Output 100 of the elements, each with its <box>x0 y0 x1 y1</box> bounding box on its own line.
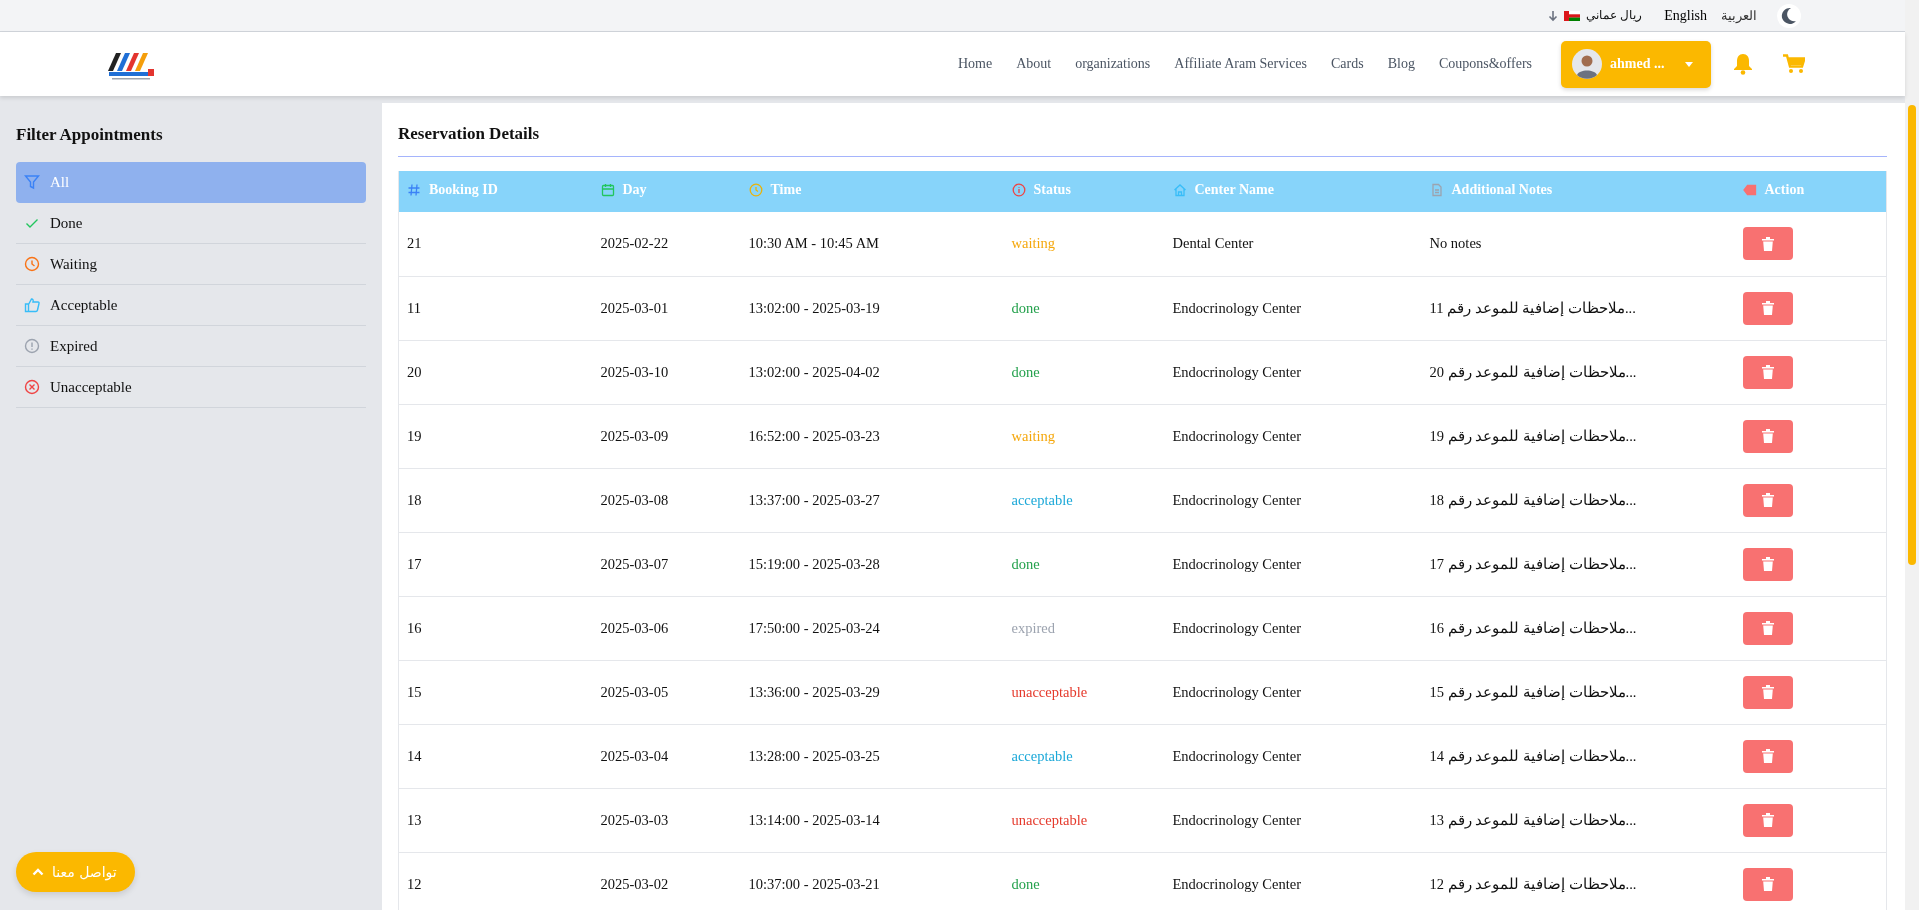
status-text: done <box>1011 555 1040 572</box>
table-cell: 11 <box>407 299 421 316</box>
trash-icon <box>1761 621 1774 635</box>
table-cell: 2025-03-09 <box>600 427 669 444</box>
column-header: Time <box>770 182 802 198</box>
table-cell: Dental Center <box>1172 235 1254 252</box>
filter-item[interactable]: Acceptable <box>16 285 366 326</box>
table-cell: 21 <box>407 235 422 252</box>
table-cell: No notes <box>1429 235 1482 252</box>
table-cell: ملاحظات إضافية للموعد رقم 11... <box>1429 299 1636 316</box>
nav-link[interactable]: Blog <box>1387 56 1415 72</box>
trash-icon <box>1761 429 1774 443</box>
scrollbar[interactable] <box>1905 0 1919 910</box>
status-text: unacceptable <box>1011 683 1088 700</box>
trash-icon <box>1761 557 1774 571</box>
column-header: Action <box>1764 182 1805 198</box>
table-cell: 2025-03-05 <box>600 683 669 700</box>
column-header: Center Name <box>1194 182 1274 198</box>
table-cell: 2025-03-10 <box>600 363 669 380</box>
calendar-icon <box>600 183 615 197</box>
table-cell: 10:30 AM - 10:45 AM <box>748 235 879 252</box>
table-cell: 13:02:00 - 2025-04-02 <box>748 363 880 380</box>
avatar <box>1572 49 1602 79</box>
trash-icon <box>1761 236 1774 251</box>
currency-selector[interactable]: ريال عماني <box>1548 8 1643 23</box>
delete-button[interactable] <box>1742 611 1793 645</box>
trash-icon <box>1761 877 1774 891</box>
nav-link[interactable]: About <box>1016 56 1052 72</box>
table-cell: Endocrinology Center <box>1172 555 1301 572</box>
nav-link[interactable]: Home <box>957 56 993 72</box>
table-cell: 10:37:00 - 2025-03-21 <box>748 875 880 892</box>
hash-icon <box>407 183 421 197</box>
table-cell: Endocrinology Center <box>1172 811 1301 828</box>
delete-button[interactable] <box>1742 739 1793 773</box>
table-cell: 15:19:00 - 2025-03-28 <box>748 555 880 572</box>
delete-button[interactable] <box>1742 547 1793 581</box>
table-cell: 2025-03-01 <box>600 299 669 316</box>
exclamation-circle-icon <box>24 338 40 354</box>
status-text: waiting <box>1011 427 1055 444</box>
delete-button[interactable] <box>1742 483 1793 517</box>
moon-icon[interactable] <box>1777 3 1801 28</box>
language-link[interactable]: English <box>1664 7 1707 24</box>
sidebar-title: Filter Appointments <box>16 125 164 145</box>
column-header: Day <box>622 182 647 198</box>
house-icon <box>1172 183 1187 197</box>
delete-button[interactable] <box>1742 803 1793 837</box>
table-cell: 2025-03-04 <box>600 747 669 764</box>
delete-button[interactable] <box>1742 419 1793 453</box>
table-cell: Endocrinology Center <box>1172 299 1301 316</box>
status-text: acceptable <box>1011 491 1073 508</box>
funnel-icon <box>24 174 40 190</box>
trash-icon <box>1761 301 1774 315</box>
table-cell: 13:02:00 - 2025-03-19 <box>748 299 880 316</box>
info-icon <box>1011 183 1026 197</box>
status-text: expired <box>1011 619 1055 636</box>
table-cell: ملاحظات إضافية للموعد رقم 14... <box>1429 747 1637 764</box>
table-cell: ملاحظات إضافية للموعد رقم 20... <box>1429 363 1637 380</box>
clock-icon <box>24 256 40 272</box>
nav-link[interactable]: Coupons&offers <box>1438 56 1532 72</box>
column-header: Booking ID <box>429 182 498 198</box>
delete-button[interactable] <box>1742 867 1793 901</box>
status-text: acceptable <box>1011 747 1073 764</box>
delete-button[interactable] <box>1742 355 1793 389</box>
table-cell: ملاحظات إضافية للموعد رقم 18... <box>1429 491 1637 508</box>
trash-icon <box>1761 813 1774 827</box>
caret-icon <box>1685 61 1693 67</box>
filter-item[interactable]: Done <box>16 203 366 244</box>
delete-button[interactable] <box>1742 675 1793 709</box>
filter-item[interactable]: Waiting <box>16 244 366 285</box>
thumbs-up-icon <box>24 297 40 313</box>
table-cell: 17 <box>407 555 422 572</box>
cart-icon[interactable] <box>1783 54 1805 74</box>
filter-item[interactable]: Unacceptable <box>16 367 366 408</box>
bell-icon[interactable] <box>1733 53 1753 75</box>
delete-button[interactable] <box>1742 291 1793 325</box>
delete-button[interactable] <box>1742 227 1793 261</box>
table-cell: 15 <box>407 683 422 700</box>
table-cell: 18 <box>407 491 422 508</box>
nav-link[interactable]: Cards <box>1331 56 1364 72</box>
table-cell: 2025-03-07 <box>600 555 669 572</box>
table-cell: Endocrinology Center <box>1172 619 1301 636</box>
table-cell: 13:37:00 - 2025-03-27 <box>748 491 880 508</box>
trash-icon <box>1761 493 1774 507</box>
trash-icon <box>1761 685 1774 699</box>
filter-item[interactable]: Expired <box>16 326 366 367</box>
x-circle-icon <box>24 379 40 395</box>
status-text: done <box>1011 299 1040 316</box>
table-cell: ملاحظات إضافية للموعد رقم 13... <box>1429 811 1637 828</box>
down-arrow-icon <box>1548 9 1559 22</box>
table-cell: Endocrinology Center <box>1172 363 1301 380</box>
table-cell: ملاحظات إضافية للموعد رقم 16... <box>1429 619 1637 636</box>
status-text: done <box>1011 875 1040 892</box>
language-link[interactable]: العربية <box>1721 7 1757 24</box>
column-header: Additional Notes <box>1451 182 1553 198</box>
table-cell: 13:36:00 - 2025-03-29 <box>748 683 880 700</box>
table-cell: 2025-02-22 <box>600 235 669 252</box>
table-cell: Endocrinology Center <box>1172 875 1301 892</box>
nav-link[interactable]: organizations <box>1075 56 1151 72</box>
nav-link[interactable]: Affiliate Aram Services <box>1174 56 1307 72</box>
trash-icon <box>1761 365 1774 379</box>
